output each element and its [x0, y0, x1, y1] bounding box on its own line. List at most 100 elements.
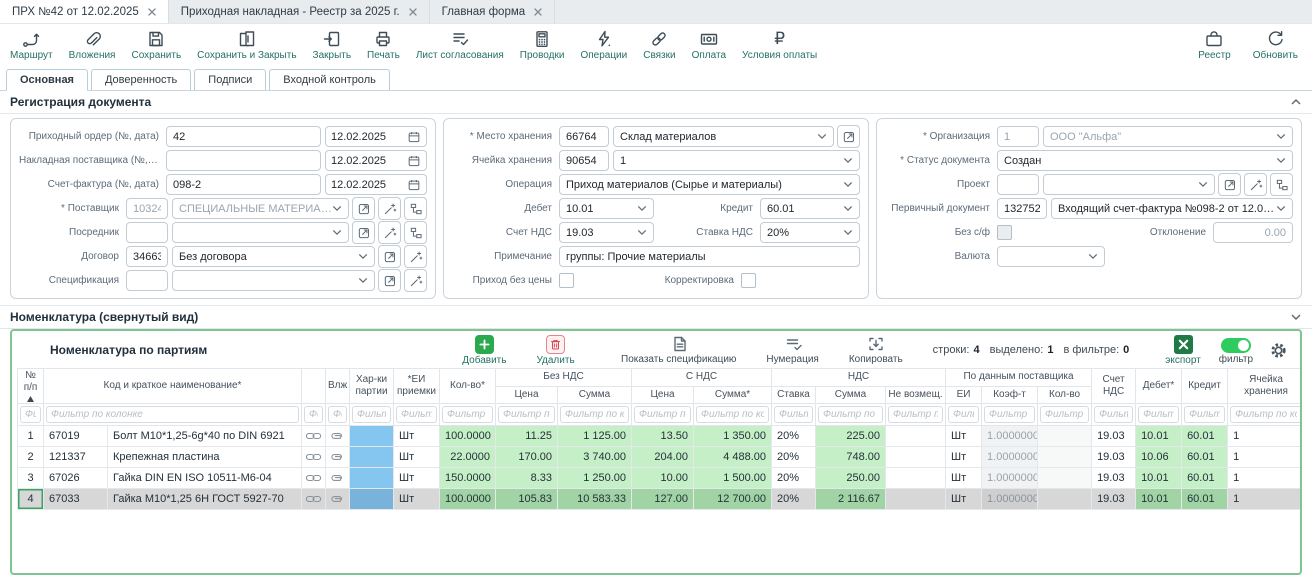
cell-vat-rate[interactable]: 20% [772, 489, 816, 510]
currency-select[interactable] [997, 246, 1105, 267]
cell-unit[interactable]: Шт [946, 426, 982, 447]
cell-supplier-qty[interactable] [1038, 447, 1092, 468]
cell-vat-sum[interactable]: 2 116.67 [816, 489, 886, 510]
open-record-button[interactable] [1218, 173, 1241, 196]
filter-sum-no-vat-input[interactable] [560, 406, 629, 423]
cell-name[interactable]: Гайка DIN EN ISO 10511-M6-04 [108, 468, 302, 489]
cell-coef[interactable]: 1.00000000 [982, 468, 1038, 489]
header-storage-cell[interactable]: Ячейка хранения [1228, 369, 1302, 404]
waybill-date-input[interactable] [331, 155, 407, 167]
specification-code-input[interactable] [126, 270, 168, 291]
cell-code[interactable]: 121337 [44, 447, 108, 468]
cell-vat-sum[interactable]: 250.00 [816, 468, 886, 489]
invoice-date-field[interactable] [325, 174, 427, 195]
delete-row-button[interactable]: Удалить [536, 335, 574, 366]
cell-non-refund[interactable] [886, 489, 946, 510]
cell-qty[interactable]: 22.0000 [440, 447, 496, 468]
header-price-with-vat[interactable]: Цена [632, 386, 694, 404]
save-and-close-button[interactable]: Сохранить и Закрыть [197, 29, 296, 61]
filter-non-refund-input[interactable] [888, 406, 943, 423]
cell-storage-cell[interactable]: 1 [1228, 447, 1302, 468]
attachment-icon[interactable] [326, 489, 350, 510]
open-record-button[interactable] [837, 125, 860, 148]
filter-link-input[interactable] [304, 406, 323, 423]
operations-button[interactable]: Операции [580, 29, 627, 61]
open-record-button[interactable] [378, 245, 401, 268]
cell-price-with-vat[interactable]: 10.00 [632, 468, 694, 489]
cell-debit[interactable]: 10.01 [1136, 489, 1182, 510]
header-num[interactable]: № п/п [18, 369, 44, 404]
header-vat-account[interactable]: Счет НДС [1092, 369, 1136, 404]
cell-price-with-vat[interactable]: 13.50 [632, 426, 694, 447]
order-number-input[interactable] [166, 126, 321, 147]
magic-wand-button[interactable] [1244, 173, 1267, 196]
cell-num[interactable]: 1 [18, 426, 44, 447]
open-record-button[interactable] [378, 269, 401, 292]
header-price-no-vat[interactable]: Цена [496, 386, 558, 404]
cell-supplier-qty[interactable] [1038, 468, 1092, 489]
route-button[interactable]: Маршрут [10, 29, 53, 61]
cell-storage-cell[interactable]: 1 [1228, 426, 1302, 447]
filter-batch-input[interactable] [352, 406, 391, 423]
postings-button[interactable]: Проводки [520, 29, 565, 61]
storage-select[interactable]: Склад материалов [613, 126, 834, 147]
collapse-down-icon[interactable] [1290, 313, 1302, 321]
header-code-name[interactable]: Код и краткое наименование* [44, 369, 302, 404]
primary-document-select[interactable]: Входящий счет-фактура №098-2 от 12.02.20… [1051, 198, 1293, 219]
cell-batch[interactable] [350, 447, 394, 468]
cell-num[interactable]: 3 [18, 468, 44, 489]
close-icon[interactable] [148, 8, 156, 16]
cell-receipt-unit[interactable]: Шт [394, 489, 440, 510]
calendar-icon[interactable] [407, 178, 421, 192]
show-specification-button[interactable]: Показать спецификацию [621, 335, 736, 365]
calendar-icon[interactable] [407, 130, 421, 144]
debit-select[interactable]: 10.01 [559, 198, 654, 219]
header-vat-rate[interactable]: Ставка [772, 386, 816, 404]
cell-vat-account[interactable]: 19.03 [1092, 489, 1136, 510]
hierarchy-button[interactable] [404, 221, 427, 244]
cell-qty[interactable]: 100.0000 [440, 426, 496, 447]
cell-code[interactable]: 67026 [44, 468, 108, 489]
cell-batch[interactable] [350, 489, 394, 510]
cell-price-with-vat[interactable]: 204.00 [632, 447, 694, 468]
header-sum-with-vat[interactable]: Сумма* [694, 386, 772, 404]
print-button[interactable]: Печать [367, 29, 400, 61]
cell-vat-rate[interactable]: 20% [772, 447, 816, 468]
payment-button[interactable]: Оплата [692, 29, 726, 61]
attachment-icon[interactable] [326, 426, 350, 447]
middleman-code-input[interactable] [126, 222, 168, 243]
filter-storage-cell-input[interactable] [1230, 406, 1302, 423]
cell-non-refund[interactable] [886, 447, 946, 468]
refresh-button[interactable]: Обновить [1253, 29, 1298, 61]
cell-price-with-vat[interactable]: 127.00 [632, 489, 694, 510]
cell-price-no-vat[interactable]: 105.83 [496, 489, 558, 510]
attachment-icon[interactable] [326, 468, 350, 489]
attachment-icon[interactable] [326, 447, 350, 468]
attachments-button[interactable]: Вложения [69, 29, 116, 61]
open-record-button[interactable] [352, 197, 375, 220]
cell-debit[interactable]: 10.06 [1136, 447, 1182, 468]
correction-checkbox[interactable] [741, 273, 756, 288]
organization-code-input[interactable] [997, 126, 1039, 147]
header-link[interactable] [302, 369, 326, 404]
tab-main[interactable]: Основная [6, 69, 88, 91]
waybill-date-field[interactable] [325, 150, 427, 171]
filter-sum-with-vat-input[interactable] [696, 406, 769, 423]
cell-credit[interactable]: 60.01 [1182, 468, 1228, 489]
cell-price-no-vat[interactable]: 8.33 [496, 468, 558, 489]
invoice-date-input[interactable] [331, 179, 407, 191]
header-supplier-qty[interactable]: Кол-во [1038, 386, 1092, 404]
filter-num-input[interactable] [20, 406, 41, 423]
window-tab-document[interactable]: ПРХ №42 от 12.02.2025 [0, 0, 169, 23]
filter-vat-sum-input[interactable] [818, 406, 883, 423]
cell-vat-account[interactable]: 19.03 [1092, 468, 1136, 489]
cell-code[interactable]: 67019 [44, 426, 108, 447]
cell-qty[interactable]: 150.0000 [440, 468, 496, 489]
header-qty[interactable]: Кол-во* [440, 369, 496, 404]
hierarchy-button[interactable] [404, 197, 427, 220]
cell-supplier-qty[interactable] [1038, 489, 1092, 510]
cell-vat-account[interactable]: 19.03 [1092, 447, 1136, 468]
header-non-refund[interactable]: Не возмещ. [886, 386, 946, 404]
order-date-input[interactable] [331, 131, 407, 143]
filter-price-with-vat-input[interactable] [634, 406, 691, 423]
